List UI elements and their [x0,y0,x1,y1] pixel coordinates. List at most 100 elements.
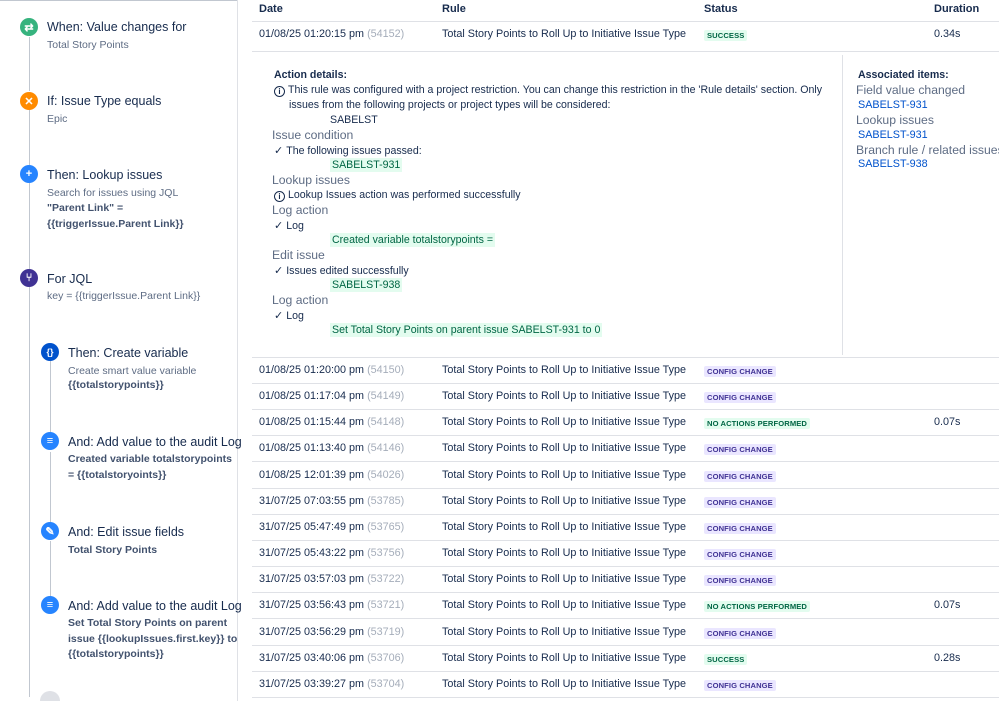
step-title: And: Add value to the audit Log [68,435,242,449]
issue-type-condition-icon: ✕ [20,92,38,110]
rule-name: Total Story Points to Roll Up to Initiat… [442,416,687,429]
column-header-rule[interactable]: Rule [442,3,466,15]
run-date: 01/08/25 01:15:44 pm (54148) [259,416,405,429]
step-field: Total Story Points [68,544,158,556]
rule-name: Total Story Points to Roll Up to Initiat… [442,28,687,40]
run-date: 01/08/25 12:01:39 pm (54026) [259,468,405,481]
run-date: 31/07/25 03:57:03 pm (53722) [259,573,405,586]
section-label: Edit issue [272,248,325,262]
step-subtitle: Epic [47,113,68,125]
status-badge: SUCCESS [704,30,748,41]
step-title: If: Issue Type equals [47,94,162,108]
audit-log-step[interactable]: ≡ And: Add value to the audit Log Set To… [0,589,242,669]
step-log-message: Set Total Story Points on parent issue {… [68,617,238,660]
info-icon: i [274,191,285,202]
table-row[interactable]: 01/08/25 01:13:40 pm (54146) Total Story … [252,436,999,463]
edited-issue-key: SABELST-938 [330,278,403,292]
table-row[interactable]: 31/07/25 05:47:49 pm (53765) Total Story … [252,515,999,541]
run-date: 31/07/25 03:40:06 pm (53706) [259,651,405,664]
restriction-text: i This rule was configured with a project… [274,84,822,97]
passed-issue-key: SABELST-931 [330,158,403,172]
status-badge: CONFIG CHANGE [704,366,776,377]
run-date: 01/08/25 01:17:04 pm (54149) [259,390,405,403]
run-date: 31/07/25 03:56:29 pm (53719) [259,625,405,638]
column-header-status[interactable]: Status [704,3,738,15]
table-row[interactable]: 31/07/25 03:40:06 pm (53706) Total Story … [252,646,999,672]
run-duration: 0.07s [934,416,961,429]
run-date: 01/08/25 01:20:00 pm (54150) [259,364,405,376]
rule-builder-panel: ⇄ When: Value changes for Total Story Po… [0,0,242,701]
step-variable: {{totalstorypoints}} [68,379,164,391]
status-badge: CONFIG CHANGE [704,575,776,587]
run-date: 01/08/25 01:20:15 pm (54152) [259,28,405,40]
audit-log-table: Date Rule Status Duration 01/08/25 01:20… [252,0,999,701]
section-label: Log action [272,293,329,307]
status-badge: CONFIG CHANGE [704,470,776,482]
step-log-message: Created variable totalstorypoints = {{to… [68,453,232,481]
status-badge: CONFIG CHANGE [704,627,776,639]
log-text: ✓ Log [274,310,304,322]
table-row[interactable]: 31/07/25 03:56:43 pm (53721) Total Story … [252,593,999,620]
status-badge: CONFIG CHANGE [704,444,776,456]
details-divider [842,55,843,355]
rule-name: Total Story Points to Roll Up to Initiat… [442,442,687,455]
table-row[interactable]: 01/08/25 12:01:39 pm (54026) Total Story … [252,463,999,489]
info-icon: i [274,86,285,97]
status-badge: CONFIG CHANGE [704,392,776,404]
expanded-row-details: Action details: i This rule was configure… [252,52,999,358]
edit-issue-step[interactable]: ✎ And: Edit issue fields Total Story Poi… [0,514,237,564]
trigger-step[interactable]: ⇄ When: Value changes for Total Story Po… [0,0,237,60]
rule-name: Total Story Points to Roll Up to Initiat… [442,651,687,664]
rule-name: Total Story Points to Roll Up to Initiat… [442,390,687,403]
step-subtitle: Total Story Points [47,39,129,51]
associated-issue-link[interactable]: SABELST-931 [858,129,928,141]
table-row[interactable]: 31/07/25 07:03:55 pm (53785) Total Story … [252,489,999,515]
condition-step[interactable]: ✕ If: Issue Type equals Epic [0,85,237,135]
table-row[interactable]: 31/07/25 05:43:22 pm (53756) Total Story … [252,541,999,568]
table-row[interactable]: 31/07/25 03:57:03 pm (53722) Total Story … [252,567,999,594]
step-title: And: Add value to the audit Log [68,599,242,613]
table-row[interactable]: 01/08/25 01:17:04 pm (54149) Total Story … [252,384,999,411]
associated-section-label: Lookup issues [856,113,934,127]
status-badge: CONFIG CHANGE [704,522,776,534]
run-date: 31/07/25 03:39:27 pm (53704) [259,677,405,690]
check-icon: ✓ [274,220,284,232]
table-row[interactable]: 31/07/25 03:56:29 pm (53719) Total Story … [252,620,999,646]
column-header-duration[interactable]: Duration [934,3,979,15]
column-header-date[interactable]: Date [259,3,283,15]
step-subtitle: Search for issues using JQL [47,187,179,199]
audit-log-icon: ≡ [41,432,59,450]
step-subtitle: Create smart value variable [68,365,197,377]
lookup-issues-step[interactable]: + Then: Lookup issues Search for issues … [0,158,237,238]
status-badge: NO ACTIONS PERFORMED [704,601,811,613]
run-duration: 0.07s [934,599,961,612]
run-date: 31/07/25 05:43:22 pm (53756) [259,547,405,560]
issues-passed-text: ✓ The following issues passed: [274,145,422,157]
table-row[interactable]: 01/08/25 01:15:44 pm (54148) Total Story … [252,410,999,437]
log-text: ✓ Log [274,220,304,232]
rule-name: Total Story Points to Roll Up to Initiat… [442,625,687,638]
table-header: Date Rule Status Duration [252,0,999,22]
create-variable-step[interactable]: {} Then: Create variable Create smart va… [0,336,237,396]
run-date: 31/07/25 03:56:43 pm (53721) [259,599,405,612]
check-icon: ✓ [274,265,284,277]
check-icon: ✓ [274,145,284,157]
associated-issue-link[interactable]: SABELST-938 [858,158,928,170]
create-variable-icon: {} [41,343,59,361]
table-row[interactable]: 31/07/25 03:39:27 pm (53704) Total Story … [252,672,999,698]
audit-log-step[interactable]: ≡ And: Add value to the audit Log Create… [0,425,242,490]
run-date: 01/08/25 01:13:40 pm (54146) [259,442,405,455]
branch-jql-step[interactable]: ⑂ For JQL key = {{triggerIssue.Parent Li… [0,262,237,312]
table-row[interactable]: 01/08/25 01:20:15 pm (54152) Total Story … [252,22,999,52]
add-step-icon[interactable] [40,691,60,701]
rule-name: Total Story Points to Roll Up to Initiat… [442,364,687,376]
project-key: SABELST [330,114,378,126]
run-date: 31/07/25 07:03:55 pm (53785) [259,494,405,507]
section-label: Log action [272,203,329,217]
step-jql: "Parent Link" = {{triggerIssue.Parent Li… [47,202,184,230]
step-title: And: Edit issue fields [68,525,185,539]
table-row[interactable]: 01/08/25 01:20:00 pm (54150) Total Story … [252,358,999,384]
associated-issue-link[interactable]: SABELST-931 [858,99,928,111]
rule-name: Total Story Points to Roll Up to Initiat… [442,573,687,586]
rule-name: Total Story Points to Roll Up to Initiat… [442,599,687,612]
